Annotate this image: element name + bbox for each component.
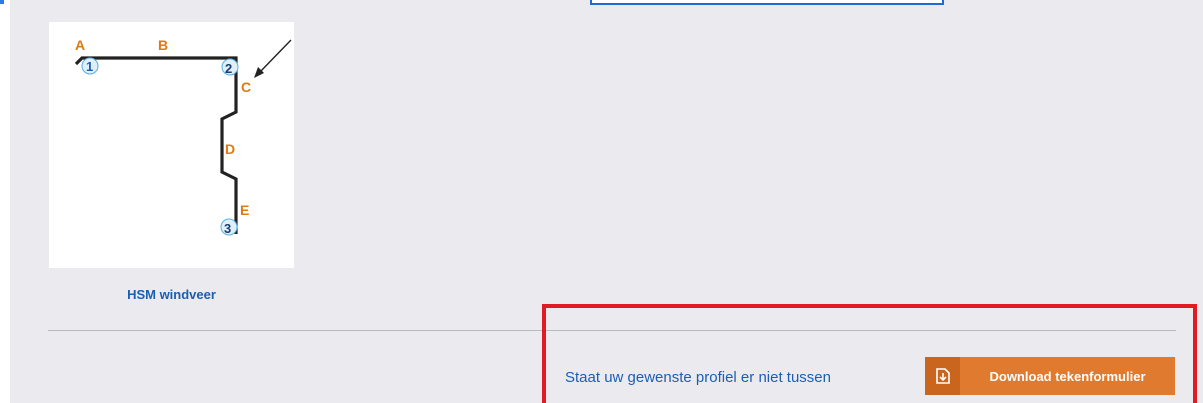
direction-arrow-icon — [254, 39, 292, 78]
dimension-label-d: D — [225, 141, 235, 157]
dimension-label-a: A — [75, 37, 85, 53]
profile-outline — [74, 56, 238, 234]
profile-thumbnail[interactable]: 1 2 3 A B C D E — [49, 22, 294, 268]
custom-profile-prompt: Staat uw gewenste profiel er niet tussen — [565, 369, 831, 386]
profile-diagram: 1 2 3 A B C D E — [74, 37, 292, 236]
dimension-label-c: C — [241, 79, 251, 95]
profile-caption-link[interactable]: HSM windveer — [49, 287, 294, 302]
dimension-label-b: B — [158, 37, 168, 53]
download-button-label: Download tekenformulier — [989, 368, 1146, 384]
angle-number-1: 1 — [86, 59, 93, 74]
top-edge-marker — [0, 0, 4, 4]
angle-number-3: 3 — [224, 221, 231, 236]
dimension-label-e: E — [240, 202, 249, 218]
top-input-edge — [590, 0, 944, 5]
download-file-icon — [925, 357, 960, 395]
download-form-button[interactable]: Download tekenformulier — [925, 357, 1175, 395]
angle-number-2: 2 — [225, 61, 232, 76]
